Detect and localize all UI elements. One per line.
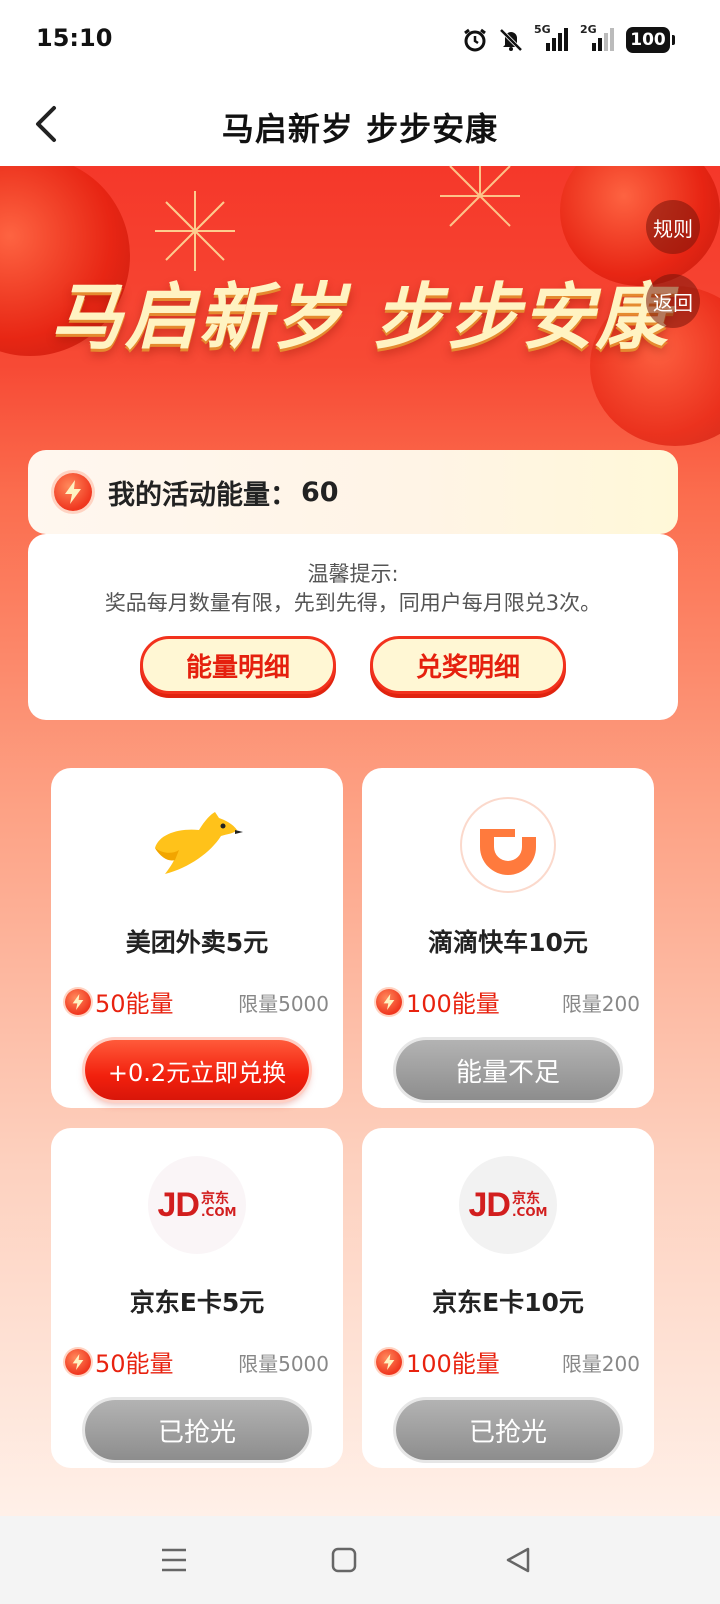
jd-logo-text: JD [157, 1185, 200, 1224]
menu-icon[interactable] [154, 1540, 194, 1580]
prize-cost: 50能量 [65, 984, 174, 1019]
sold-out-button[interactable]: 已抢光 [85, 1400, 309, 1460]
battery-icon: 100 [626, 27, 675, 53]
prize-cost: 100能量 [376, 1344, 500, 1379]
back-triangle-icon[interactable] [498, 1540, 538, 1580]
redeem-button[interactable]: +0.2元立即兑换 [85, 1040, 309, 1100]
prize-limit: 限量200 [561, 992, 640, 1016]
home-icon[interactable] [324, 1540, 364, 1580]
signal-2g-icon: 2G [580, 23, 616, 53]
jd-logo-icon: JD 京东 .COM [459, 1156, 557, 1254]
prize-name: 滴滴快车10元 [428, 928, 588, 957]
system-navigation-bar [0, 1516, 720, 1604]
sold-out-button[interactable]: 已抢光 [396, 1400, 620, 1460]
didi-logo-icon [459, 796, 557, 894]
prize-name: 美团外卖5元 [125, 928, 269, 957]
jd-logo-sub2: .COM [200, 1205, 237, 1219]
alarm-icon [462, 27, 488, 53]
prize-card-jd-10: JD 京东 .COM 京东E卡10元 100能量 限量200 已抢光 [362, 1128, 654, 1468]
return-button[interactable]: 返回 [646, 274, 700, 328]
insufficient-energy-button[interactable]: 能量不足 [396, 1040, 620, 1100]
network-2-label: 2G [580, 23, 597, 36]
redeem-detail-button[interactable]: 兑奖明细 [370, 636, 566, 694]
prize-cost-value: 50能量 [95, 990, 174, 1018]
jd-logo-sub1: 京东 [511, 1191, 540, 1207]
tips-text: 奖品每月数量有限，先到先得，同用户每月限兑3次。 [104, 591, 602, 615]
navbar: 马启新岁 步步安康 [0, 82, 720, 166]
tips-title: 温馨提示: [307, 562, 399, 586]
jd-logo-sub1: 京东 [200, 1191, 229, 1207]
firework-decoration-2 [440, 166, 520, 227]
meituan-kangaroo-icon [148, 796, 246, 894]
prize-cost: 100能量 [376, 984, 500, 1019]
prize-card-didi: 滴滴快车10元 100能量 限量200 能量不足 [362, 768, 654, 1108]
jd-logo-sub: 京东 .COM [201, 1192, 237, 1218]
jd-logo-sub: 京东 .COM [512, 1192, 548, 1218]
network-1-label: 5G [534, 23, 551, 36]
jd-logo-sub2: .COM [511, 1205, 548, 1219]
prize-cost-value: 50能量 [95, 1350, 174, 1378]
prize-cost-value: 100能量 [406, 1350, 500, 1378]
energy-bolt-icon [54, 473, 92, 511]
status-bar: 15:10 5G 2G 100 [0, 0, 720, 82]
energy-bolt-icon [65, 1348, 91, 1375]
hero-title: 马启新岁 步步安康 [50, 274, 670, 359]
prize-limit: 限量200 [561, 1352, 640, 1376]
energy-card: 我的活动能量： 60 [28, 450, 678, 534]
prize-limit: 限量5000 [238, 992, 329, 1016]
prize-name: 京东E卡10元 [432, 1288, 584, 1317]
energy-bolt-icon [65, 988, 91, 1015]
energy-label: 我的活动能量： [108, 479, 297, 511]
energy-bolt-icon [376, 1348, 402, 1375]
energy-detail-button[interactable]: 能量明细 [140, 636, 336, 694]
signal-5g-icon: 5G [534, 23, 570, 53]
energy-value: 60 [301, 476, 339, 508]
jd-logo-icon: JD 京东 .COM [148, 1156, 246, 1254]
energy-bolt-icon [376, 988, 402, 1015]
jd-logo-text: JD [468, 1185, 511, 1224]
prize-card-jd-5: JD 京东 .COM 京东E卡5元 50能量 限量5000 已抢光 [51, 1128, 343, 1468]
activity-content[interactable]: 马启新岁 步步安康 规则 返回 我的活动能量： 60 温馨提示: 奖品每月数量有… [0, 166, 720, 1516]
prize-cost-value: 100能量 [406, 990, 500, 1018]
prize-cost: 50能量 [65, 1344, 174, 1379]
prize-card-meituan: 美团外卖5元 50能量 限量5000 +0.2元立即兑换 [51, 768, 343, 1108]
status-icons: 5G 2G 100 [462, 23, 675, 56]
rules-button[interactable]: 规则 [646, 200, 700, 254]
status-time: 15:10 [36, 24, 113, 52]
tips-card: 温馨提示: 奖品每月数量有限，先到先得，同用户每月限兑3次。 能量明细 兑奖明细 [28, 534, 678, 720]
mute-icon [498, 27, 524, 53]
page-title: 马启新岁 步步安康 [221, 110, 499, 148]
prize-limit: 限量5000 [238, 1352, 329, 1376]
prize-name: 京东E卡5元 [129, 1288, 265, 1317]
